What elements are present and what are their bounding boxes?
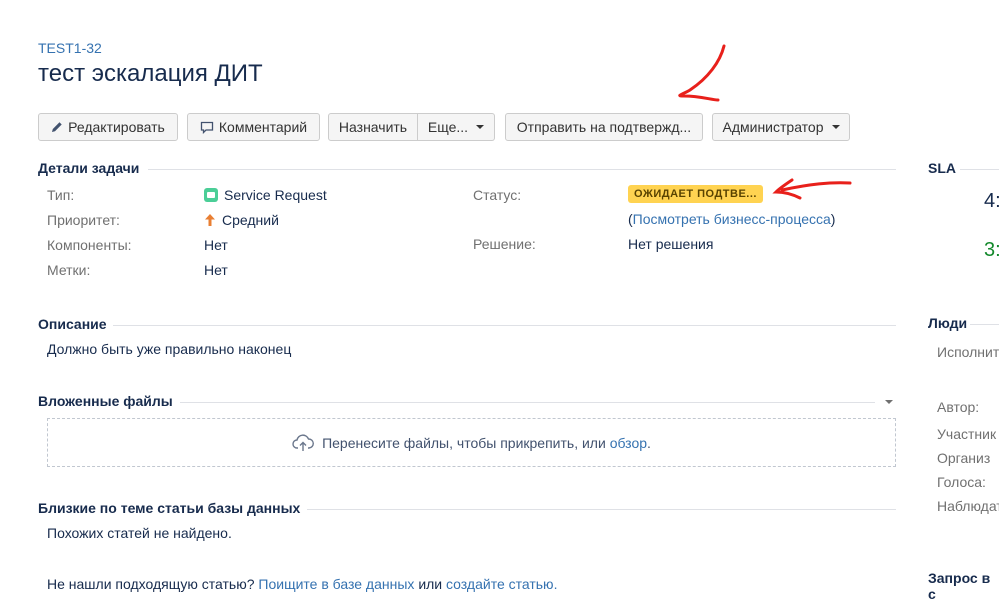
people-divider: [970, 324, 999, 325]
details-divider: [148, 169, 896, 170]
chevron-down-icon: [476, 125, 485, 129]
description-text[interactable]: Должно быть уже правильно наконец: [47, 341, 291, 357]
attachments-heading[interactable]: Вложенные файлы: [38, 393, 173, 409]
type-label: Тип:: [47, 187, 75, 203]
sla-timer-2: 3:: [984, 239, 999, 261]
dropzone-period: .: [647, 434, 651, 451]
participants-label: Участник: [937, 426, 997, 442]
workflow-close-paren: ): [830, 211, 836, 227]
edit-button[interactable]: Редактировать: [38, 113, 178, 141]
watchers-label: Наблюдат: [937, 498, 999, 514]
comment-button[interactable]: Комментарий: [187, 113, 320, 141]
labels-value: Нет: [204, 262, 228, 278]
type-value: Service Request: [204, 187, 327, 203]
people-heading[interactable]: Люди: [928, 315, 967, 331]
view-workflow-link[interactable]: Посмотреть бизнесс-процесса: [633, 211, 831, 227]
status-label: Статус:: [473, 187, 522, 203]
priority-label: Приоритет:: [47, 212, 120, 228]
send-for-approval-label: Отправить на подтвержд...: [516, 119, 692, 135]
sla-divider: [960, 169, 999, 170]
kb-suggestion-row: Не нашли подходящую статью? Поищите в ба…: [47, 576, 557, 592]
issue-key-link[interactable]: TEST1-32: [38, 40, 102, 56]
kb-create-link[interactable]: создайте статью: [446, 576, 554, 592]
organization-label: Организ: [937, 450, 991, 466]
admin-dropdown-label: Администратор: [722, 119, 824, 135]
annotation-arrow: [772, 178, 852, 200]
kb-heading[interactable]: Близкие по теме статьи базы данных: [38, 500, 300, 516]
more-dropdown-label: Еще...: [427, 119, 469, 135]
components-value: Нет: [204, 237, 228, 253]
details-heading[interactable]: Детали задачи: [38, 160, 139, 176]
description-heading[interactable]: Описание: [38, 316, 107, 332]
author-label: Автор:: [937, 399, 980, 415]
comment-icon: [200, 121, 214, 134]
service-request-icon: [204, 188, 218, 202]
sla-heading[interactable]: SLA: [928, 160, 956, 176]
assign-more-group: Назначить Еще...: [328, 113, 495, 141]
kb-or-text: или: [418, 576, 443, 592]
status-badge: ОЖИДАЕТ ПОДТВЕ...: [628, 185, 763, 203]
attachment-dropzone[interactable]: Перенесите файлы, чтобы прикрепить, или …: [47, 418, 896, 467]
workflow-link-row: ( Посмотреть бизнесс-процесса ): [628, 211, 835, 227]
kb-period: .: [553, 576, 558, 592]
type-value-text: Service Request: [224, 187, 327, 203]
sla-timer-1: 4:: [984, 190, 999, 212]
attachments-divider: [180, 402, 875, 403]
more-dropdown[interactable]: Еще...: [418, 113, 495, 141]
dropzone-text: Перенесите файлы, чтобы прикрепить, или: [322, 434, 606, 451]
priority-value-text: Средний: [222, 212, 279, 228]
comment-button-label: Комментарий: [218, 119, 308, 135]
kb-divider: [307, 509, 896, 510]
browse-link[interactable]: обзор: [610, 435, 647, 451]
description-divider: [113, 325, 896, 326]
labels-label: Метки:: [47, 262, 91, 278]
priority-value: Средний: [204, 212, 279, 228]
attachments-options-dropdown[interactable]: [885, 400, 893, 404]
chevron-down-icon: [831, 125, 840, 129]
assignee-label: Исполнит: [937, 344, 999, 360]
pencil-icon: [51, 121, 63, 133]
assign-button-label: Назначить: [338, 119, 408, 135]
kb-none-text: Похожих статей не найдено.: [47, 525, 232, 541]
kb-not-found-text: Не нашли подходящую статью?: [47, 576, 255, 592]
request-heading[interactable]: Запрос в с: [928, 570, 999, 602]
kb-search-link[interactable]: Поищите в базе данных: [258, 576, 414, 592]
resolution-label: Решение:: [473, 236, 536, 252]
edit-button-label: Редактировать: [68, 119, 165, 135]
annotation-scribble: [678, 44, 726, 102]
arrow-up-icon: [204, 213, 216, 227]
send-for-approval-button[interactable]: Отправить на подтвержд...: [505, 113, 703, 141]
resolution-value: Нет решения: [628, 236, 714, 252]
assign-button[interactable]: Назначить: [328, 113, 418, 141]
admin-dropdown[interactable]: Администратор: [712, 113, 850, 141]
cloud-upload-icon: [292, 433, 315, 452]
votes-label: Голоса:: [937, 474, 986, 490]
components-label: Компоненты:: [47, 237, 132, 253]
issue-title[interactable]: тест эскалация ДИТ: [38, 60, 263, 88]
